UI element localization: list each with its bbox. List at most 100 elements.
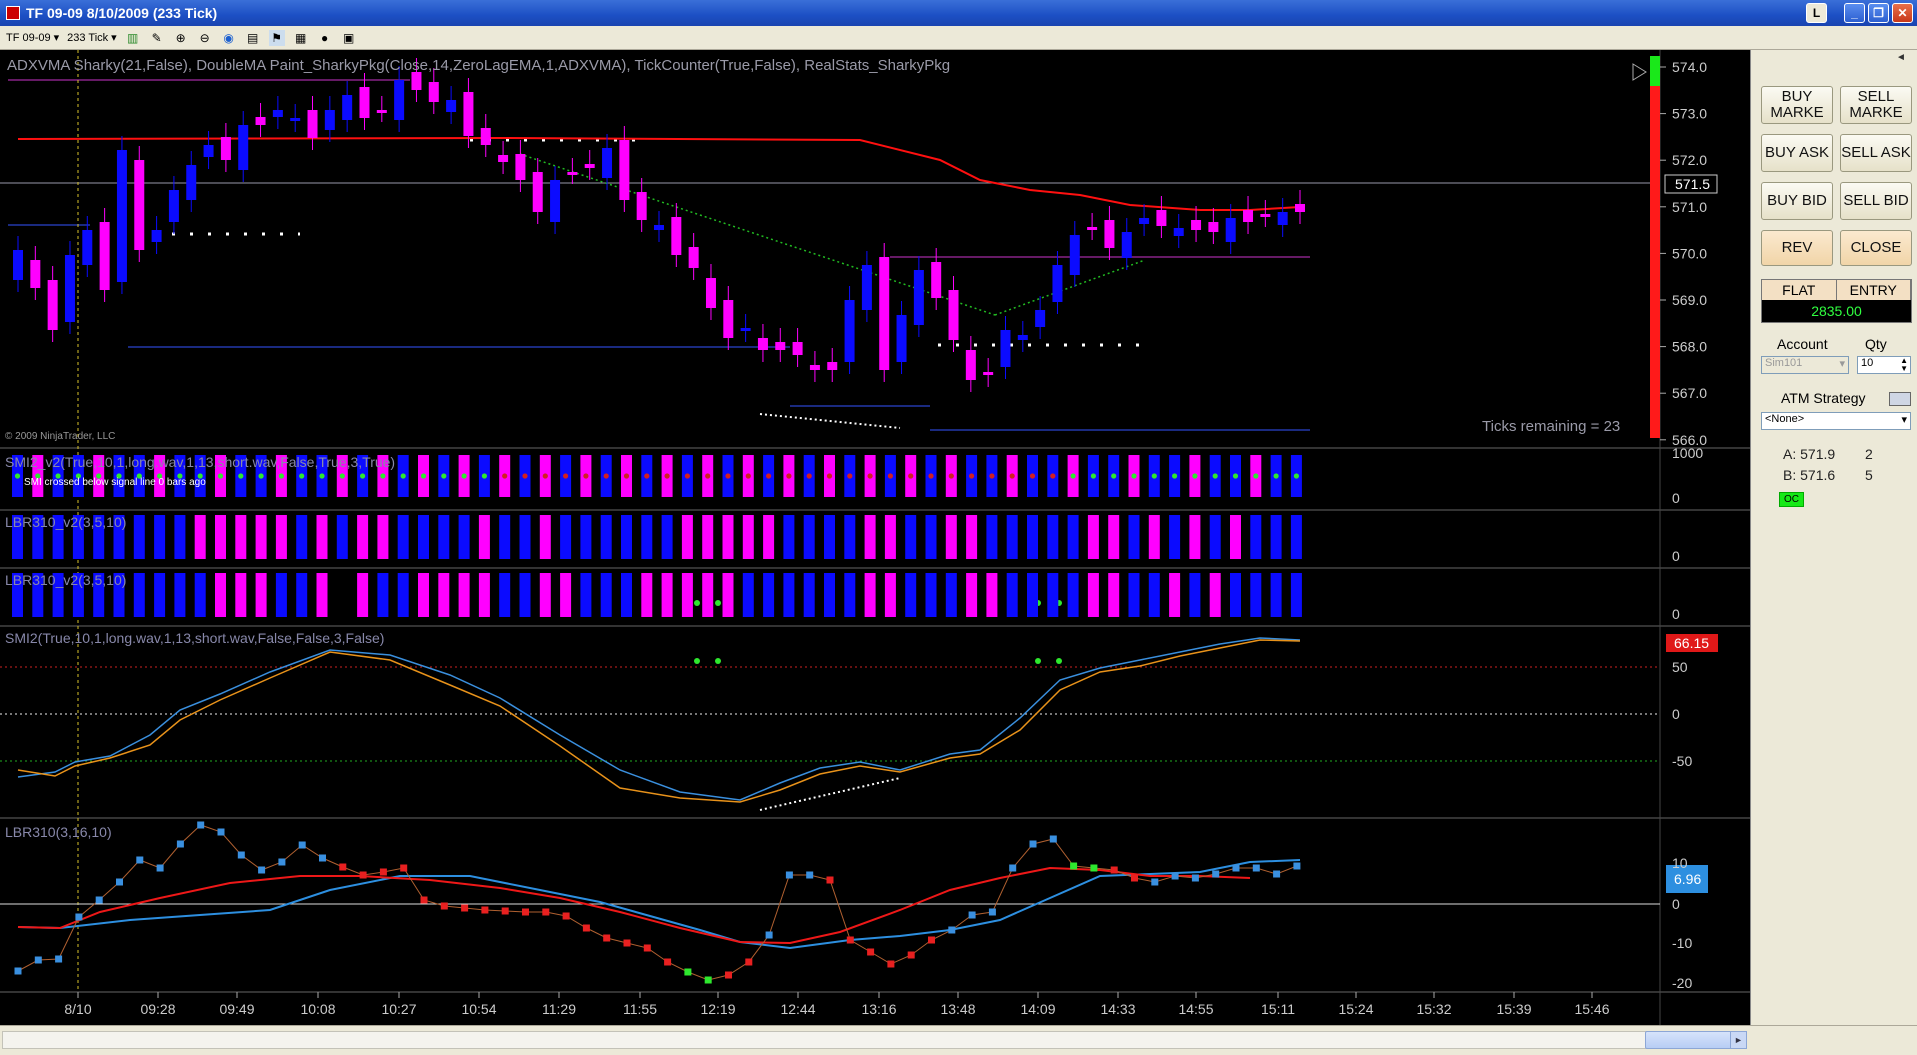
- lbr-dot: [75, 913, 83, 921]
- time-tick-label: 09:49: [219, 1001, 254, 1017]
- signal-dot: [887, 473, 894, 479]
- scroll-right-icon[interactable]: ►: [1730, 1031, 1747, 1049]
- up-candle: [1017, 335, 1028, 340]
- chevron-down-icon: ▾: [1839, 358, 1845, 370]
- lbr-dot: [156, 864, 164, 872]
- period-selector[interactable]: 233 Tick ▾: [67, 31, 117, 45]
- atm-strategy-select[interactable]: <None> ▾: [1761, 412, 1911, 430]
- ask-price: A: 571.9: [1783, 446, 1836, 462]
- signal-dot: [1111, 473, 1117, 479]
- link-button[interactable]: L: [1806, 3, 1827, 23]
- down-candle: [463, 92, 474, 136]
- indicator-bar: [397, 515, 409, 559]
- qty-stepper[interactable]: 10 ▲ ▼: [1857, 356, 1911, 374]
- indicator-bar: [1270, 515, 1282, 559]
- reverse-button[interactable]: REV: [1761, 230, 1833, 266]
- y-tick-label: 10: [1672, 855, 1688, 871]
- instrument-selector[interactable]: TF 09-09 ▾: [6, 31, 59, 45]
- indicator-bar: [884, 515, 896, 559]
- lbr-dot: [1293, 862, 1301, 870]
- chart-area[interactable]: 574.0 573.0 572.0 571.0 570.0 569.0 568.0 567.0…: [0, 50, 1750, 1025]
- chart-canvas[interactable]: 574.0 573.0 572.0 571.0 570.0 569.0 568.0 567.0…: [0, 50, 1750, 1025]
- close-position-button[interactable]: CLOSE: [1840, 230, 1912, 266]
- up-candle: [168, 190, 179, 222]
- down-candle: [376, 110, 387, 113]
- account-select[interactable]: Sim101 ▾: [1761, 356, 1849, 374]
- signal-dot: [826, 473, 833, 479]
- minimize-button[interactable]: _: [1844, 3, 1865, 23]
- signal-dot: [1050, 473, 1056, 479]
- lbr-dot: [176, 840, 184, 848]
- zoom-out-icon[interactable]: ⊖: [197, 30, 213, 46]
- indicator-bar: [742, 573, 754, 617]
- record-icon[interactable]: ●: [317, 30, 333, 46]
- down-candle: [705, 278, 716, 308]
- lbr-dots: [14, 821, 1301, 984]
- lbr-dot: [1212, 870, 1220, 878]
- lbr-dot: [664, 958, 672, 966]
- indicator-bar: [763, 573, 775, 617]
- signal-dot: [969, 473, 975, 479]
- buy-ask-button[interactable]: BUY ASK: [1761, 134, 1833, 172]
- pen-icon[interactable]: ✎: [149, 30, 165, 46]
- chart-trader-icon[interactable]: ▦: [293, 30, 309, 46]
- globe-icon[interactable]: ◉: [221, 30, 237, 46]
- zoom-in-icon[interactable]: ⊕: [173, 30, 189, 46]
- entry-label: ENTRY: [1836, 280, 1911, 300]
- time-tick-label: 09:28: [140, 1001, 175, 1017]
- restore-button[interactable]: ❐: [1868, 3, 1889, 23]
- buy-bid-button[interactable]: BUY BID: [1761, 182, 1833, 220]
- lbr-dot: [948, 926, 956, 934]
- indicator-bar: [377, 515, 389, 559]
- indicator-bar: [438, 515, 450, 559]
- oc-badge[interactable]: OC: [1779, 492, 1804, 507]
- atm-properties-icon[interactable]: [1889, 392, 1911, 406]
- close-window-button[interactable]: ✕: [1892, 3, 1913, 23]
- buy-market-button[interactable]: BUY MARKE: [1761, 86, 1833, 124]
- instrument-label: TF 09-09: [6, 31, 51, 44]
- strategy-icon[interactable]: ⚑: [268, 29, 285, 46]
- lbr-dot: [826, 876, 834, 884]
- properties-icon[interactable]: ▤: [245, 30, 261, 46]
- lbr-b-bars: [12, 573, 1302, 664]
- down-candle: [498, 155, 509, 162]
- lbr-dot: [34, 956, 42, 964]
- down-candle: [965, 350, 976, 380]
- spin-arrows-icon[interactable]: ▲ ▼: [1900, 357, 1910, 373]
- app-icon: [6, 6, 20, 20]
- indicator-bar: [296, 515, 308, 559]
- sell-market-button[interactable]: SELL MARKE: [1840, 86, 1912, 124]
- up-candle: [290, 118, 301, 121]
- time-tick-label: 8/10: [64, 1001, 91, 1017]
- sell-ask-button[interactable]: SELL ASK: [1840, 134, 1912, 172]
- indicator-bar: [499, 515, 511, 559]
- bar-style-icon[interactable]: ▥: [125, 30, 141, 46]
- down-candle: [359, 87, 370, 118]
- copyright: © 2009 NinjaTrader, LLC: [5, 431, 115, 442]
- indicator-bar: [722, 515, 734, 559]
- time-tick-label: 11:29: [542, 1001, 576, 1017]
- indicator-bar: [844, 573, 856, 617]
- signal-dot: [238, 473, 244, 479]
- indicator-bar: [336, 515, 348, 559]
- indicator-bar: [560, 515, 572, 559]
- period-label: 233 Tick: [67, 31, 109, 44]
- last-price-marker: 571.5: [1675, 176, 1710, 192]
- scroll-thumb[interactable]: [1645, 1031, 1740, 1049]
- indicator-bar: [1087, 573, 1099, 617]
- up-candle: [272, 110, 283, 117]
- lbr-dot: [298, 841, 306, 849]
- data-box-icon[interactable]: ▣: [341, 30, 357, 46]
- indicator-bar: [1270, 573, 1282, 617]
- indicator-bar: [1189, 573, 1201, 617]
- indicator-bar: [499, 573, 511, 617]
- indicator-bar: [133, 573, 145, 617]
- scroll-track[interactable]: [2, 1031, 1747, 1049]
- indicator-bar: [377, 573, 389, 617]
- collapse-arrow-icon[interactable]: ◄: [1896, 52, 1906, 63]
- down-candle: [1087, 227, 1098, 230]
- time-tick-label: 14:55: [1178, 1001, 1213, 1017]
- sell-bid-button[interactable]: SELL BID: [1840, 182, 1912, 220]
- horizontal-scrollbar[interactable]: ►: [0, 1025, 1917, 1055]
- lbr-current-value: 6.96: [1674, 871, 1701, 887]
